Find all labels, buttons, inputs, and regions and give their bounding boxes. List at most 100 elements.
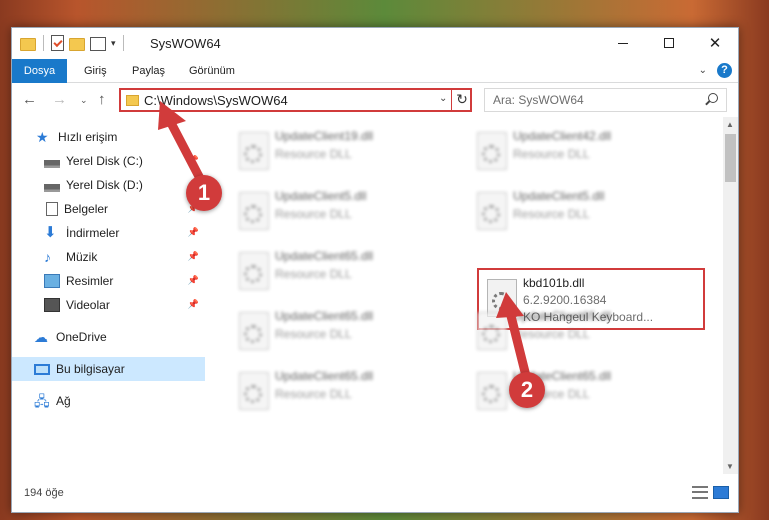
sidebar-item-quick-access[interactable]: ★ Hızlı erişim xyxy=(12,125,205,149)
sidebar-item-documents[interactable]: Belgeler 📌 xyxy=(12,197,205,221)
navigation-bar: ← → ⌄ ↑ C:\Windows\SysWOW64 ⌄ ↻ Ara: Sys… xyxy=(12,83,738,117)
sidebar-item-videos[interactable]: Videolar 📌 xyxy=(12,293,205,317)
item-count: 194 öğe xyxy=(24,487,64,499)
chevron-down-icon[interactable]: ▾ xyxy=(111,38,116,49)
file-name: UpdateClient65.dll xyxy=(275,249,374,263)
dll-file-icon xyxy=(239,252,269,290)
window-title: SysWOW64 xyxy=(150,36,221,51)
cloud-icon: ☁ xyxy=(34,329,48,345)
file-description: Resource DLL xyxy=(275,207,352,221)
step-2-badge: 2 xyxy=(509,372,545,408)
file-item[interactable]: UpdateClient19.dll Resource DLL xyxy=(225,121,455,179)
back-arrow-icon[interactable]: ← xyxy=(22,91,37,108)
file-list: UpdateClient19.dll Resource DLL UpdateCl… xyxy=(205,117,723,474)
sidebar-item-onedrive[interactable]: ☁ OneDrive xyxy=(12,325,205,349)
document-icon xyxy=(46,202,58,216)
forward-arrow-icon[interactable]: → xyxy=(52,91,67,108)
pictures-icon xyxy=(44,274,60,288)
search-input[interactable]: Ara: SysWOW64 xyxy=(484,88,727,112)
gear-icon xyxy=(244,325,262,343)
file-item[interactable]: UpdateClient65.dll Resource DLL xyxy=(225,301,455,359)
properties-check-icon[interactable] xyxy=(51,35,64,51)
sidebar-item-this-pc[interactable]: Bu bilgisayar xyxy=(12,357,205,381)
refresh-button[interactable]: ↻ xyxy=(451,88,472,112)
file-item[interactable]: UpdateClient65.dll Resource DLL xyxy=(225,241,455,299)
pin-icon: 📌 xyxy=(187,275,199,285)
file-name: UpdateClient42.dll xyxy=(513,129,612,143)
help-icon[interactable]: ? xyxy=(717,63,732,78)
pin-icon: 📌 xyxy=(187,227,199,237)
sidebar-item-label: Hızlı erişim xyxy=(58,130,118,144)
file-description: Resource DLL xyxy=(275,387,352,401)
sidebar-item-label: OneDrive xyxy=(56,330,107,344)
details-view-icon[interactable] xyxy=(692,486,708,499)
dll-file-icon xyxy=(239,192,269,230)
minimize-icon xyxy=(618,42,628,44)
folder-icon[interactable] xyxy=(20,37,36,51)
drive-icon xyxy=(44,184,60,192)
scroll-up-arrow-icon[interactable]: ▲ xyxy=(726,120,734,129)
sidebar-item-label: Yerel Disk (C:) xyxy=(66,154,143,168)
tab-paylas[interactable]: Paylaş xyxy=(122,59,175,83)
maximize-button[interactable] xyxy=(646,28,692,58)
address-bar[interactable]: C:\Windows\SysWOW64 ⌄ ↻ xyxy=(119,88,472,112)
view-properties-icon[interactable] xyxy=(90,36,106,51)
file-name: kbd101b.dll xyxy=(523,276,585,290)
file-item[interactable]: UpdateClient65.dll Resource DLL xyxy=(225,361,455,419)
dll-file-icon xyxy=(477,372,507,410)
title-bar: ▾ SysWOW64 ✕ xyxy=(12,28,738,59)
toolbar-divider xyxy=(122,35,124,51)
dll-file-icon xyxy=(239,132,269,170)
tab-gorunum[interactable]: Görünüm xyxy=(179,59,245,83)
network-icon: 🖧 xyxy=(34,393,50,409)
sidebar-item-pictures[interactable]: Resimler 📌 xyxy=(12,269,205,293)
step-1-badge: 1 xyxy=(186,175,222,211)
recent-locations-chevron-icon[interactable]: ⌄ xyxy=(80,95,88,106)
gear-icon xyxy=(482,145,500,163)
file-description: Resource DLL xyxy=(275,147,352,161)
dll-file-icon xyxy=(239,372,269,410)
sidebar-item-local-disk-d[interactable]: Yerel Disk (D:) 📌 xyxy=(12,173,205,197)
file-description: Resource DLL xyxy=(513,147,590,161)
expand-ribbon-chevron-icon[interactable]: ⌄ xyxy=(699,65,707,76)
tiles-view-icon[interactable] xyxy=(713,486,729,499)
close-button[interactable]: ✕ xyxy=(692,28,738,58)
ribbon-tabs: Dosya Giriş Paylaş Görünüm ⌄ ? xyxy=(12,59,738,117)
scroll-down-arrow-icon[interactable]: ▼ xyxy=(726,462,734,471)
sidebar-item-music[interactable]: ♪ Müzik 📌 xyxy=(12,245,205,269)
file-name: UpdateClient19.dll xyxy=(275,129,374,143)
search-icon xyxy=(708,93,718,103)
explorer-window: ▾ SysWOW64 ✕ Dosya Giriş Paylaş Görünüm … xyxy=(11,27,739,513)
download-icon: ⬇ xyxy=(44,224,57,241)
file-item[interactable]: UpdateClient5.dll Resource DLL xyxy=(225,181,455,239)
minimize-button[interactable] xyxy=(600,28,646,58)
file-item[interactable]: UpdateClient42.dll Resource DLL xyxy=(463,121,693,179)
address-path[interactable]: C:\Windows\SysWOW64 xyxy=(144,93,288,108)
gear-icon xyxy=(244,205,262,223)
address-dropdown-chevron-icon[interactable]: ⌄ xyxy=(439,93,447,104)
sidebar-item-label: Müzik xyxy=(66,250,98,264)
dll-file-icon xyxy=(239,312,269,350)
folder-icon xyxy=(126,95,139,106)
up-arrow-icon[interactable]: ↑ xyxy=(98,91,106,108)
file-item[interactable]: UpdateClient5.dll Resource DLL xyxy=(463,181,693,239)
pin-icon: 📌 xyxy=(187,299,199,309)
file-item[interactable]: UpdateClient65.dll Resource DLL xyxy=(463,361,693,419)
vertical-scrollbar[interactable]: ▲ ▼ xyxy=(723,117,738,474)
file-item[interactable]: UpdateClient65.dll Resource DLL xyxy=(463,301,693,359)
sidebar-item-label: Yerel Disk (D:) xyxy=(66,178,143,192)
new-folder-icon[interactable] xyxy=(69,37,85,51)
gear-icon xyxy=(244,265,262,283)
maximize-icon xyxy=(664,38,674,48)
tab-giris[interactable]: Giriş xyxy=(74,59,117,83)
sidebar-item-downloads[interactable]: ⬇ İndirmeler 📌 xyxy=(12,221,205,245)
navigation-pane: ★ Hızlı erişim Yerel Disk (C:) 📌 Yerel D… xyxy=(12,117,205,474)
scrollbar-thumb[interactable] xyxy=(725,134,736,182)
dll-file-icon xyxy=(477,312,507,350)
sidebar-item-network[interactable]: 🖧 Ağ xyxy=(12,389,205,413)
dll-file-icon xyxy=(477,132,507,170)
file-description: Resource DLL xyxy=(275,327,352,341)
sidebar-item-local-disk-c[interactable]: Yerel Disk (C:) 📌 xyxy=(12,149,205,173)
sidebar-item-label: Bu bilgisayar xyxy=(56,362,125,376)
file-description: Resource DLL xyxy=(513,327,590,341)
